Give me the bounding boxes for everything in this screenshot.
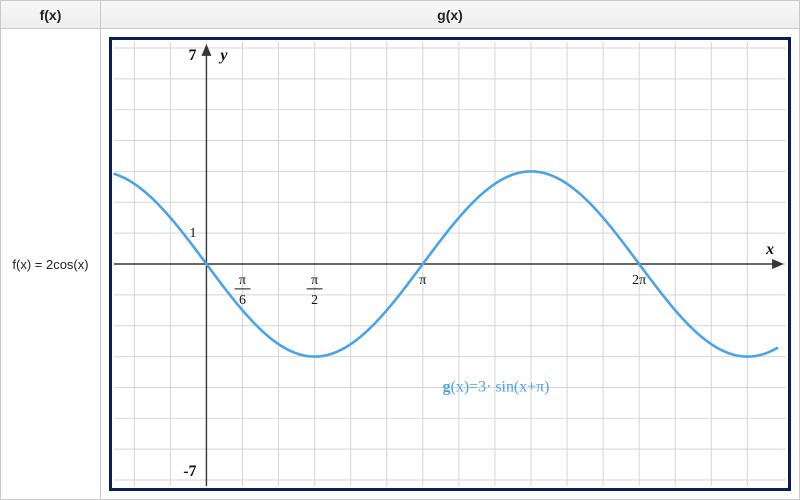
y-tick-label: 7 bbox=[189, 47, 197, 64]
x-tick-label: 2π bbox=[632, 273, 646, 288]
x-tick-denom: 2 bbox=[311, 293, 318, 308]
y-axis-label: y bbox=[218, 47, 228, 64]
x-tick-label: π bbox=[419, 273, 426, 288]
fx-formula-cell: f(x) = 2cos(x) bbox=[1, 29, 101, 499]
table-body-row: f(x) = 2cos(x) yx71-7π6π2π2πg(x)=3· sin(… bbox=[1, 29, 799, 499]
x-axis-label: x bbox=[765, 241, 774, 258]
gx-plot-cell: yx71-7π6π2π2πg(x)=3· sin(x+π) bbox=[101, 29, 799, 499]
table-header-row: f(x) g(x) bbox=[1, 1, 799, 29]
comparison-table: f(x) g(x) f(x) = 2cos(x) yx71-7π6π2π2πg(… bbox=[0, 0, 800, 500]
sine-plot: yx71-7π6π2π2πg(x)=3· sin(x+π) bbox=[112, 40, 788, 488]
gx-formula-annotation: g(x)=3· sin(x+π) bbox=[443, 378, 550, 395]
header-gx: g(x) bbox=[101, 1, 799, 28]
x-tick-label: π bbox=[311, 273, 318, 288]
y-tick-label: 1 bbox=[190, 226, 197, 241]
header-fx: f(x) bbox=[1, 1, 101, 28]
plot-frame: yx71-7π6π2π2πg(x)=3· sin(x+π) bbox=[109, 37, 791, 491]
x-tick-label: π bbox=[239, 273, 246, 288]
y-tick-label: -7 bbox=[183, 463, 196, 480]
